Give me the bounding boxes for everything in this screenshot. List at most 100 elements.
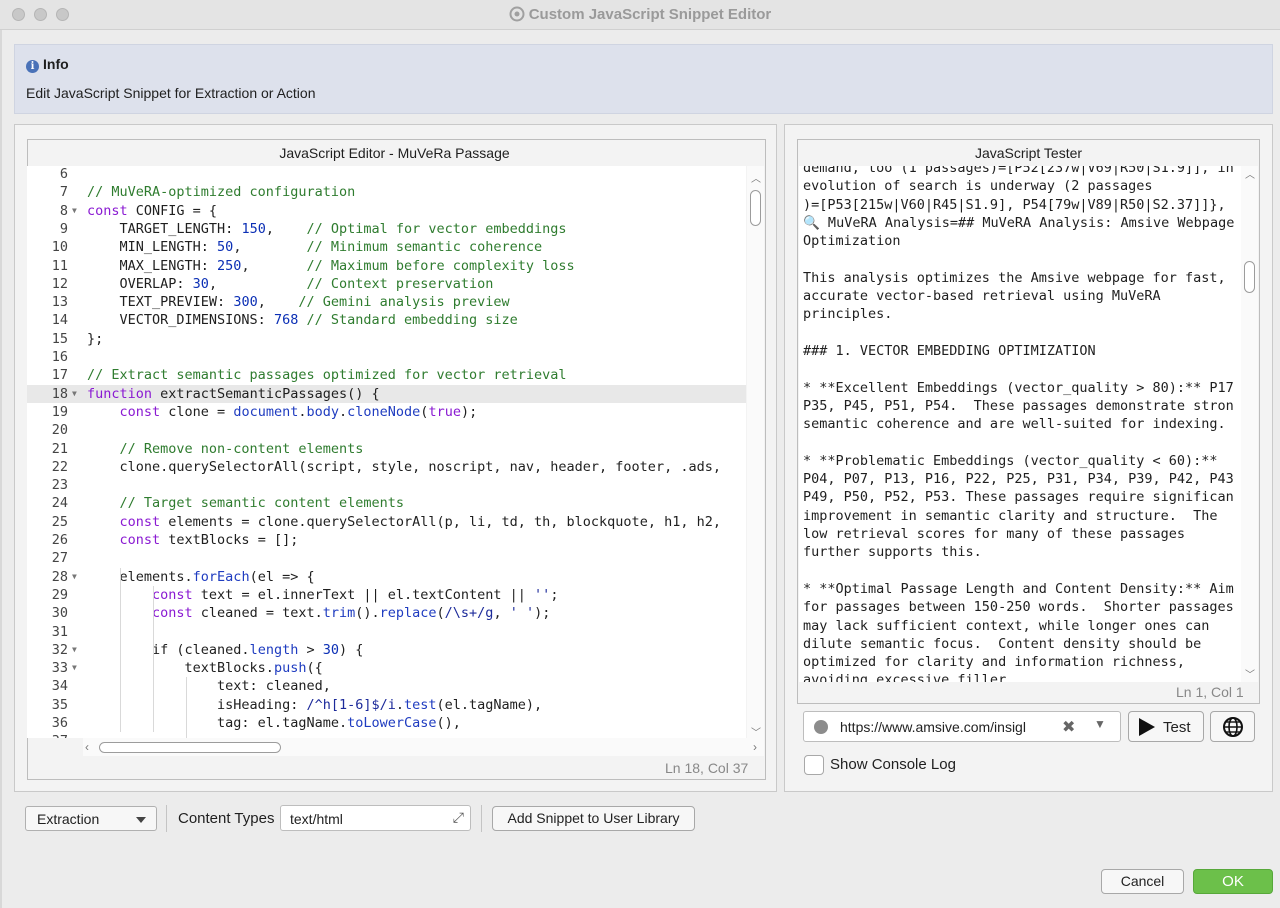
scroll-left-arrow[interactable]: ‹: [85, 740, 89, 754]
code-line[interactable]: 21 // Remove non-content elements: [27, 440, 746, 458]
code-line[interactable]: 27: [27, 549, 746, 567]
clear-url-icon[interactable]: ✖: [1062, 717, 1075, 737]
indent-guide: [153, 585, 154, 733]
code-line[interactable]: 16: [27, 348, 746, 366]
code-line[interactable]: 30 const cleaned = text.trim().replace(/…: [27, 604, 746, 622]
code-line[interactable]: 17 // Extract semantic passages optimized…: [27, 366, 746, 384]
code-line[interactable]: 32 ▼ if (cleaned.length > 30) {: [27, 641, 746, 659]
code-line[interactable]: 35 isHeading: /^h[1-6]$/i.test(el.tagNam…: [27, 696, 746, 714]
toolbar-divider: [166, 805, 167, 832]
output-line: P04, P07, P13, P16, P22, P25, P31, P34, …: [803, 471, 1234, 488]
tester-cursor-status: Ln 1, Col 1: [1176, 684, 1244, 700]
scroll-up-arrow[interactable]: ︿: [751, 170, 761, 185]
editor-hscroll-thumb[interactable]: [99, 742, 281, 753]
code-line[interactable]: 8 ▼ const CONFIG = {: [27, 202, 746, 220]
output-line: ### 1. VECTOR EMBEDDING OPTIMIZATION: [803, 343, 1096, 359]
code-line[interactable]: 14 VECTOR_DIMENSIONS: 768 // Standard em…: [27, 311, 746, 329]
tester-vertical-scrollbar[interactable]: ︿ ﹀: [1241, 166, 1258, 682]
url-input[interactable]: https://www.amsive.com/insigl: [840, 719, 1052, 735]
snippet-type-value: Extraction: [37, 811, 100, 827]
output-line: further supports this.: [803, 544, 982, 561]
browser-button[interactable]: [1210, 711, 1255, 742]
fold-toggle-icon[interactable]: ▼: [72, 659, 77, 677]
output-line: for passages between 150-250 words. Shor…: [803, 599, 1234, 616]
output-line: avoiding excessive filler: [803, 672, 1007, 682]
line-number: 23: [51, 477, 68, 494]
output-line: demand, too (1 passages)=[P52[237w|V69|R…: [803, 166, 1234, 176]
code-line[interactable]: 31: [27, 623, 746, 641]
fold-toggle-icon[interactable]: ▼: [72, 568, 77, 586]
line-number: 32: [51, 641, 68, 658]
scroll-down-arrow[interactable]: ﹀: [751, 724, 761, 739]
code-line[interactable]: 9 TARGET_LENGTH: 150, // Optimal for vec…: [27, 220, 746, 238]
editor-horizontal-scrollbar[interactable]: ‹ ›: [83, 738, 764, 756]
code-line[interactable]: 13 TEXT_PREVIEW: 300, // Gemini analysis…: [27, 293, 746, 311]
code-text: const elements = clone.querySelectorAll(…: [119, 513, 721, 530]
tester-output[interactable]: demand, too (1 passages)=[P52[237w|V69|R…: [799, 166, 1241, 682]
code-line[interactable]: 18 ▼ function extractSemanticPassages() {: [27, 384, 746, 403]
code-text: const textBlocks = [];: [119, 532, 299, 548]
output-line: semantic coherence and are well-suited f…: [803, 416, 1226, 433]
chevron-down-icon[interactable]: ▼: [1094, 717, 1106, 731]
code-text: // Remove non-content elements: [119, 440, 364, 457]
code-line[interactable]: 19 const clone = document.body.cloneNode…: [27, 403, 746, 421]
code-line[interactable]: 6: [27, 166, 746, 183]
code-line[interactable]: 12 OVERLAP: 30, // Context preservation: [27, 275, 746, 293]
cancel-button[interactable]: Cancel: [1101, 869, 1184, 894]
scroll-right-arrow[interactable]: ›: [753, 740, 757, 754]
line-number: 6: [59, 166, 68, 182]
code-text: const CONFIG = {: [87, 202, 218, 219]
code-line[interactable]: 7 // MuVeRA-optimized configuration: [27, 183, 746, 201]
tester-scroll-up-arrow[interactable]: ︿: [1245, 166, 1255, 181]
fold-toggle-icon[interactable]: ▼: [72, 641, 77, 659]
snippet-type-select[interactable]: Extraction: [25, 806, 157, 831]
content-types-field[interactable]: text/html ⤢: [280, 805, 471, 831]
line-number: 16: [51, 349, 68, 365]
url-combobox[interactable]: https://www.amsive.com/insigl ✖ ▼: [803, 711, 1121, 742]
output-line: Optimization: [803, 233, 901, 250]
code-text: const text = el.innerText || el.textCont…: [152, 586, 559, 603]
tester-scroll-down-arrow[interactable]: ﹀: [1245, 666, 1255, 681]
code-line[interactable]: 22 clone.querySelectorAll(script, style,…: [27, 458, 746, 476]
code-line[interactable]: 23: [27, 476, 746, 494]
code-line[interactable]: 20: [27, 421, 746, 439]
test-button[interactable]: Test: [1128, 711, 1204, 742]
code-line[interactable]: 36 tag: el.tagName.toLowerCase(),: [27, 714, 746, 732]
line-number: 25: [51, 513, 68, 530]
code-line[interactable]: 15};: [27, 330, 746, 348]
output-line: * **Optimal Passage Length and Content D…: [803, 580, 1234, 597]
output-line: )=[P53[215w|V60|R45|S1.9], P54[79w|V89|R…: [803, 196, 1226, 213]
window-edge: [0, 30, 2, 908]
code-line[interactable]: 33 ▼ textBlocks.push({: [27, 659, 746, 677]
code-line[interactable]: 24 // Target semantic content elements: [27, 494, 746, 512]
code-line[interactable]: 25 const elements = clone.querySelectorA…: [27, 513, 746, 531]
output-line: 🔍 MuVeRA Analysis=## MuVeRA Analysis: Am…: [803, 214, 1235, 231]
code-line[interactable]: 10 MIN_LENGTH: 50, // Minimum semantic c…: [27, 238, 746, 256]
tester-scroll-thumb[interactable]: [1244, 261, 1255, 293]
code-line[interactable]: 29 const text = el.innerText || el.textC…: [27, 586, 746, 604]
code-line[interactable]: 34 text: cleaned,: [27, 677, 746, 695]
fold-toggle-icon[interactable]: ▼: [72, 385, 77, 403]
code-line[interactable]: 11 MAX_LENGTH: 250, // Maximum before co…: [27, 257, 746, 275]
expand-icon[interactable]: ⤢: [453, 809, 464, 826]
content-types-label: Content Types: [178, 810, 275, 827]
editor-vertical-scrollbar[interactable]: ︿ ﹀: [747, 166, 764, 739]
code-line[interactable]: 26 const textBlocks = [];: [27, 531, 746, 549]
code-text: textBlocks.push({: [87, 660, 323, 677]
add-to-library-button[interactable]: Add Snippet to User Library: [492, 806, 695, 831]
show-console-checkbox[interactable]: [804, 755, 824, 775]
tester-title: JavaScript Tester: [974, 145, 1083, 161]
code-line[interactable]: 28 ▼ elements.forEach(el => {: [27, 568, 746, 586]
content-types-value[interactable]: text/html: [290, 811, 343, 827]
code-text: clone.querySelectorAll(script, style, no…: [87, 458, 721, 475]
editor-scroll-thumb[interactable]: [750, 190, 761, 226]
output-line: P35, P45, P51, P54. These passages demon…: [803, 397, 1234, 414]
line-number: 26: [51, 532, 68, 548]
code-editor[interactable]: 6 7// MuVeRA-optimized configuration 8 ▼ con…: [27, 166, 746, 738]
fold-toggle-icon[interactable]: ▼: [72, 202, 77, 220]
line-number: 22: [51, 458, 68, 475]
code-text: OVERLAP: 30, // Context preservation: [87, 275, 494, 292]
ok-button[interactable]: OK: [1193, 869, 1273, 894]
show-console-label: Show Console Log: [830, 756, 956, 773]
app-icon: [509, 6, 525, 22]
